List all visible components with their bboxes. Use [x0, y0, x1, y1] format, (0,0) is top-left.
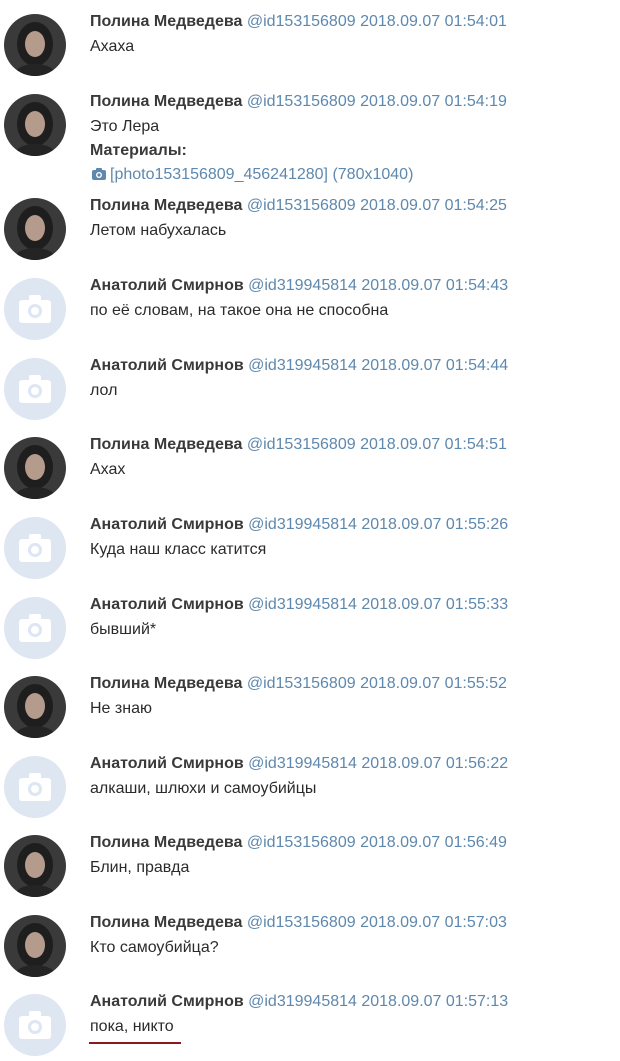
author-id-link[interactable]: @id153156809 — [247, 93, 356, 110]
message-header: Полина Медведева @id153156809 2018.09.07… — [90, 196, 507, 216]
message-header: Полина Медведева @id153156809 2018.09.07… — [90, 674, 507, 694]
author-id-link[interactable]: @id153156809 — [247, 13, 356, 30]
author-id-link[interactable]: @id319945814 — [248, 596, 357, 613]
attachments-label: Материалы: — [90, 142, 187, 159]
timestamp: 2018.09.07 01:57:13 — [361, 993, 509, 1010]
author-name[interactable]: Полина Медведева — [90, 197, 242, 214]
author-id-link[interactable]: @id153156809 — [247, 436, 356, 453]
message-text: алкаши, шлюхи и самоубийцы — [90, 780, 317, 797]
message-header: Полина Медведева @id153156809 2018.09.07… — [90, 12, 507, 32]
message-header: Анатолий Смирнов @id319945814 2018.09.07… — [90, 276, 508, 296]
message-header: Полина Медведева @id153156809 2018.09.07… — [90, 435, 507, 455]
message-text: Куда наш класс катится — [90, 541, 267, 558]
author-id-link[interactable]: @id319945814 — [248, 277, 357, 294]
author-name[interactable]: Полина Медведева — [90, 93, 242, 110]
message-header: Полина Медведева @id153156809 2018.09.07… — [90, 833, 507, 853]
author-name[interactable]: Полина Медведева — [90, 13, 242, 30]
timestamp: 2018.09.07 01:55:26 — [361, 516, 509, 533]
timestamp: 2018.09.07 01:56:49 — [360, 834, 507, 851]
camera-icon — [19, 534, 51, 562]
avatar-photo[interactable] — [4, 14, 66, 76]
author-id-link[interactable]: @id153156809 — [247, 675, 356, 692]
author-name[interactable]: Полина Медведева — [90, 436, 242, 453]
author-name[interactable]: Полина Медведева — [90, 834, 242, 851]
message-text: Ахаха — [90, 38, 135, 55]
camera-icon — [19, 1011, 51, 1039]
author-name[interactable]: Анатолий Смирнов — [90, 277, 244, 294]
avatar-photo[interactable] — [4, 94, 66, 156]
author-id-link[interactable]: @id319945814 — [248, 755, 357, 772]
portrait-image — [4, 915, 66, 977]
author-name[interactable]: Полина Медведева — [90, 914, 242, 931]
portrait-image — [4, 14, 66, 76]
timestamp: 2018.09.07 01:57:03 — [360, 914, 507, 931]
message-header: Анатолий Смирнов @id319945814 2018.09.07… — [90, 595, 508, 615]
red-underline-mark — [89, 1042, 181, 1044]
timestamp: 2018.09.07 01:56:22 — [361, 755, 509, 772]
timestamp: 2018.09.07 01:55:52 — [360, 675, 507, 692]
author-id-link[interactable]: @id319945814 — [248, 516, 357, 533]
author-name[interactable]: Анатолий Смирнов — [90, 516, 244, 533]
message-header: Анатолий Смирнов @id319945814 2018.09.07… — [90, 992, 508, 1012]
avatar-placeholder[interactable] — [4, 278, 66, 340]
portrait-image — [4, 437, 66, 499]
message-text: Не знаю — [90, 700, 152, 717]
timestamp: 2018.09.07 01:54:51 — [360, 436, 507, 453]
timestamp: 2018.09.07 01:54:01 — [360, 13, 507, 30]
attachment-size: (780x1040) — [332, 166, 414, 183]
message-text: по её словам, на такое она не способна — [90, 302, 389, 319]
portrait-image — [4, 676, 66, 738]
author-name[interactable]: Анатолий Смирнов — [90, 755, 244, 772]
avatar-photo[interactable] — [4, 915, 66, 977]
timestamp: 2018.09.07 01:54:43 — [361, 277, 509, 294]
avatar-placeholder[interactable] — [4, 597, 66, 659]
message-text: пока, никто — [90, 1018, 174, 1035]
author-id-link[interactable]: @id153156809 — [247, 197, 356, 214]
timestamp: 2018.09.07 01:54:19 — [360, 93, 507, 110]
chat-log: Полина Медведева @id153156809 2018.09.07… — [0, 0, 620, 1061]
camera-icon — [19, 375, 51, 403]
avatar-photo[interactable] — [4, 676, 66, 738]
author-name[interactable]: Анатолий Смирнов — [90, 596, 244, 613]
message-text: Блин, правда — [90, 859, 190, 876]
portrait-image — [4, 198, 66, 260]
photo-attachment-link[interactable]: [photo153156809_456241280] — [110, 166, 328, 183]
message-text: Ахах — [90, 461, 126, 478]
message-header: Анатолий Смирнов @id319945814 2018.09.07… — [90, 754, 508, 774]
attachment-row: [photo153156809_456241280] (780x1040) — [92, 165, 413, 185]
message-text: Это Лера — [90, 118, 160, 135]
author-id-link[interactable]: @id153156809 — [247, 914, 356, 931]
timestamp: 2018.09.07 01:54:25 — [360, 197, 507, 214]
camera-icon — [92, 168, 106, 180]
avatar-photo[interactable] — [4, 198, 66, 260]
camera-icon — [19, 295, 51, 323]
camera-icon — [19, 773, 51, 801]
author-id-link[interactable]: @id153156809 — [247, 834, 356, 851]
avatar-placeholder[interactable] — [4, 994, 66, 1056]
avatar-photo[interactable] — [4, 835, 66, 897]
message-text: Летом набухалась — [90, 222, 227, 239]
author-id-link[interactable]: @id319945814 — [248, 993, 357, 1010]
message-header: Полина Медведева @id153156809 2018.09.07… — [90, 913, 507, 933]
message-text: Кто самоубийца? — [90, 939, 219, 956]
portrait-image — [4, 835, 66, 897]
camera-icon — [19, 614, 51, 642]
author-id-link[interactable]: @id319945814 — [248, 357, 357, 374]
avatar-photo[interactable] — [4, 437, 66, 499]
avatar-placeholder[interactable] — [4, 756, 66, 818]
author-name[interactable]: Полина Медведева — [90, 675, 242, 692]
message-header: Полина Медведева @id153156809 2018.09.07… — [90, 92, 507, 112]
message-header: Анатолий Смирнов @id319945814 2018.09.07… — [90, 515, 508, 535]
message-text: лол — [90, 382, 118, 399]
avatar-placeholder[interactable] — [4, 517, 66, 579]
portrait-image — [4, 94, 66, 156]
message-text: бывший* — [90, 621, 157, 638]
author-name[interactable]: Анатолий Смирнов — [90, 357, 244, 374]
timestamp: 2018.09.07 01:54:44 — [361, 357, 509, 374]
avatar-placeholder[interactable] — [4, 358, 66, 420]
author-name[interactable]: Анатолий Смирнов — [90, 993, 244, 1010]
message-header: Анатолий Смирнов @id319945814 2018.09.07… — [90, 356, 508, 376]
timestamp: 2018.09.07 01:55:33 — [361, 596, 509, 613]
